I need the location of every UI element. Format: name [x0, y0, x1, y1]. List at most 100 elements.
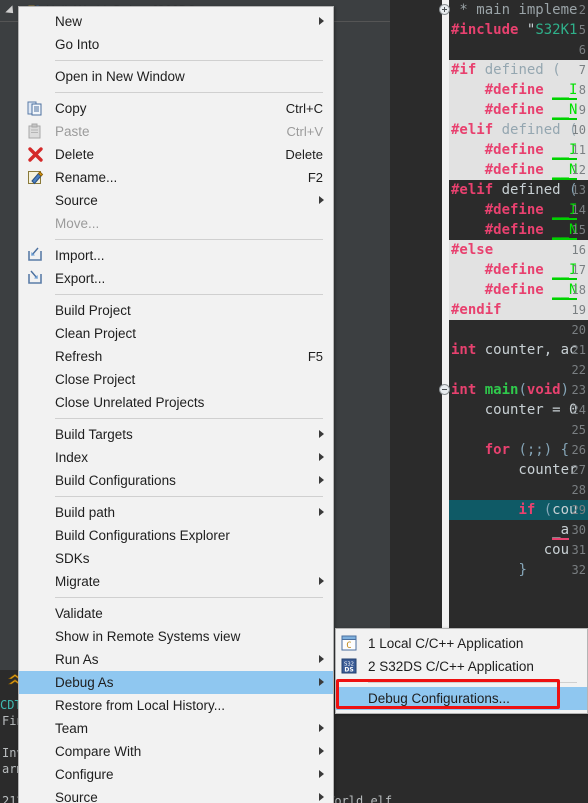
menu-item-compare-with[interactable]: Compare With — [19, 740, 333, 763]
submenu-item-label: 2 S32DS C/C++ Application — [368, 659, 534, 674]
menu-item-label: Source — [55, 790, 98, 803]
menu-item-index[interactable]: Index — [19, 446, 333, 469]
line-number: 7 — [578, 63, 586, 77]
line-number: 15 — [571, 223, 586, 237]
menu-item-source[interactable]: Source — [19, 189, 333, 212]
menu-item-label: Export... — [55, 271, 106, 286]
menu-item-label: Close Unrelated Projects — [55, 395, 205, 410]
menu-item-label: Build path — [55, 505, 116, 520]
menu-item-label: Delete — [55, 147, 95, 162]
menu-separator — [55, 418, 323, 419]
submenu-arrow-icon — [319, 17, 324, 25]
menu-item-build-targets[interactable]: Build Targets — [19, 423, 333, 446]
menu-item-delete[interactable]: Delete Delete — [19, 143, 333, 166]
project-explorer-context-menu[interactable]: New Go Into Open in New Window Copy Ctrl+C Pa… — [18, 6, 334, 803]
menu-separator — [55, 239, 323, 240]
line-number: 5 — [578, 23, 586, 37]
line-number: 24 — [571, 403, 586, 417]
paste-icon — [28, 123, 41, 139]
menu-item-close-unrelated-projects[interactable]: Close Unrelated Projects — [19, 391, 333, 414]
submenu-arrow-icon — [319, 655, 324, 663]
line-number: 6 — [578, 43, 586, 57]
menu-item-debug-as[interactable]: Debug As — [19, 671, 333, 694]
menu-item-paste: Paste Ctrl+V — [19, 120, 333, 143]
menu-item-label: Build Project — [55, 303, 131, 318]
menu-item-migrate[interactable]: Migrate — [19, 570, 333, 593]
fold-collapse-icon[interactable] — [439, 384, 450, 395]
submenu-item-label: Debug Configurations... — [368, 691, 510, 706]
menu-item-build-project[interactable]: Build Project — [19, 299, 333, 322]
line-number: 21 — [571, 343, 586, 357]
c-app-icon: C — [341, 635, 357, 651]
menu-item-source[interactable]: Source — [19, 786, 333, 803]
menu-item-run-as[interactable]: Run As — [19, 648, 333, 671]
source-editor[interactable]: * main impleme #include "S32K1 #if defined… — [420, 0, 588, 690]
submenu-arrow-icon — [319, 430, 324, 438]
menu-item-accelerator: Ctrl+V — [286, 124, 323, 139]
line-number: 8 — [578, 83, 586, 97]
menu-separator — [55, 496, 323, 497]
import-icon — [28, 247, 42, 261]
menu-item-team[interactable]: Team — [19, 717, 333, 740]
ide-window: HelloWorld: Debug [S32DS ... * main impl… — [0, 0, 588, 803]
submenu-arrow-icon — [319, 476, 324, 484]
submenu-item-2-s32ds-c-c-application[interactable]: S32 DS 2 S32DS C/C++ Application — [336, 655, 587, 678]
menu-item-build-path[interactable]: Build path — [19, 501, 333, 524]
submenu-arrow-icon — [319, 577, 324, 585]
line-number: 26 — [571, 443, 586, 457]
line-number: 13 — [571, 183, 586, 197]
menu-item-move: Move... — [19, 212, 333, 235]
menu-item-accelerator: F5 — [307, 349, 323, 364]
menu-item-open-in-new-window[interactable]: Open in New Window — [19, 65, 333, 88]
line-number: 32 — [571, 563, 586, 577]
rename-icon — [28, 171, 44, 185]
menu-item-new[interactable]: New — [19, 10, 333, 33]
menu-item-show-in-remote-systems-view[interactable]: Show in Remote Systems view — [19, 625, 333, 648]
line-number: 18 — [571, 283, 586, 297]
menu-item-label: Debug As — [55, 675, 114, 690]
line-number: 28 — [571, 483, 586, 497]
submenu-item-label: 1 Local C/C++ Application — [368, 636, 524, 651]
line-number: 9 — [578, 103, 586, 117]
menu-item-label: Build Configurations Explorer — [55, 528, 230, 543]
menu-item-label: Show in Remote Systems view — [55, 629, 241, 644]
line-number: 23 — [571, 383, 586, 397]
s32ds-icon: S32DS — [341, 658, 357, 674]
submenu-arrow-icon — [319, 678, 324, 686]
submenu-item-debug-configurations[interactable]: Debug Configurations... — [336, 687, 587, 710]
line-number: 29 — [571, 503, 586, 517]
menu-item-export[interactable]: Export... — [19, 267, 333, 290]
menu-item-build-configurations-explorer[interactable]: Build Configurations Explorer — [19, 524, 333, 547]
editor-folding-ruler[interactable] — [442, 0, 449, 690]
menu-item-configure[interactable]: Configure — [19, 763, 333, 786]
menu-item-clean-project[interactable]: Clean Project — [19, 322, 333, 345]
line-number: 14 — [571, 203, 586, 217]
menu-item-label: Refresh — [55, 349, 103, 364]
menu-item-label: Import... — [55, 248, 105, 263]
menu-item-label: Move... — [55, 216, 100, 231]
submenu-item-1-local-c-c-application[interactable]: C 1 Local C/C++ Application — [336, 632, 587, 655]
menu-item-import[interactable]: Import... — [19, 244, 333, 267]
menu-item-label: Build Targets — [55, 427, 133, 442]
menu-item-label: Restore from Local History... — [55, 698, 226, 713]
debug-as-submenu[interactable]: C 1 Local C/C++ Application S32 DS 2 S32DS C… — [335, 628, 588, 714]
menu-item-copy[interactable]: Copy Ctrl+C — [19, 97, 333, 120]
menu-item-restore-from-local-history[interactable]: Restore from Local History... — [19, 694, 333, 717]
fold-expand-icon[interactable] — [439, 4, 450, 15]
menu-item-go-into[interactable]: Go Into — [19, 33, 333, 56]
menu-item-label: New — [55, 14, 83, 29]
menu-item-build-configurations[interactable]: Build Configurations — [19, 469, 333, 492]
menu-item-sdks[interactable]: SDKs — [19, 547, 333, 570]
menu-item-close-project[interactable]: Close Project — [19, 368, 333, 391]
menu-item-accelerator: Delete — [285, 147, 323, 162]
menu-separator — [55, 294, 323, 295]
menu-item-label: Rename... — [55, 170, 118, 185]
menu-item-validate[interactable]: Validate — [19, 602, 333, 625]
menu-item-rename[interactable]: Rename... F2 — [19, 166, 333, 189]
submenu-arrow-icon — [319, 453, 324, 461]
editor-line-number-gutter[interactable] — [420, 0, 442, 690]
menu-item-label: SDKs — [55, 551, 90, 566]
menu-item-refresh[interactable]: Refresh F5 — [19, 345, 333, 368]
expand-triangle-icon[interactable] — [5, 5, 17, 17]
delete-icon — [28, 147, 43, 162]
